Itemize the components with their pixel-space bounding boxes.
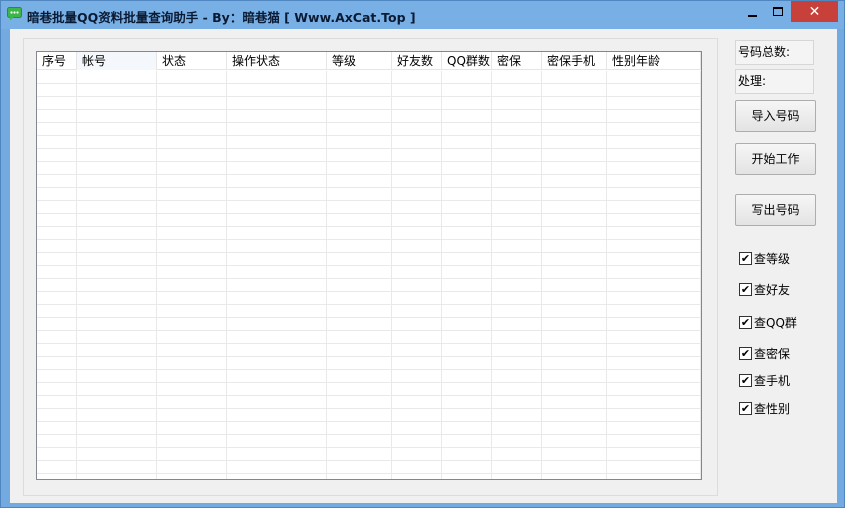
minimize-button[interactable] — [739, 1, 765, 22]
table-header: 序号 帐号 状态 操作状态 等级 好友数 QQ群数 密保 密保手机 性别年龄 — [37, 52, 701, 70]
column-gridline — [541, 71, 542, 479]
processed-label: 处理: — [738, 74, 767, 88]
start-work-button[interactable]: 开始工作 — [735, 143, 816, 175]
column-header[interactable]: 密保手机 — [542, 52, 607, 70]
table-body[interactable] — [37, 71, 701, 479]
column-header[interactable]: 性别年龄 — [607, 52, 701, 70]
checkbox-label: 查QQ群 — [754, 315, 797, 330]
row-gridlines — [37, 71, 701, 479]
import-numbers-button[interactable]: 导入号码 — [735, 100, 816, 132]
title-bar[interactable]: 暗巷批量QQ资料批量查询助手 - By：暗巷猫 [ Www.AxCat.Top … — [1, 1, 844, 29]
column-gridline — [226, 71, 227, 479]
option-checkbox[interactable]: ✔ 查好友 — [739, 281, 790, 297]
column-header[interactable]: 操作状态 — [227, 52, 327, 70]
maximize-button[interactable] — [765, 1, 791, 22]
column-gridline — [326, 71, 327, 479]
close-button[interactable]: ✕ — [791, 1, 838, 22]
column-gridline — [391, 71, 392, 479]
column-gridline — [156, 71, 157, 479]
column-gridline — [76, 71, 77, 479]
checkbox-label: 查好友 — [754, 282, 791, 297]
total-count-label: 号码总数: — [738, 45, 791, 59]
option-checkbox[interactable]: ✔ 查密保 — [739, 345, 790, 361]
app-window: 暗巷批量QQ资料批量查询助手 - By：暗巷猫 [ Www.AxCat.Top … — [0, 0, 845, 508]
close-icon: ✕ — [808, 3, 821, 20]
checkbox-label: 查性别 — [754, 401, 791, 416]
option-checkbox[interactable]: ✔ 查手机 — [739, 372, 790, 388]
checkbox-checkmark-icon[interactable]: ✔ — [739, 251, 752, 265]
option-checkbox[interactable]: ✔ 查性别 — [739, 400, 790, 416]
option-checkbox[interactable]: ✔ 查等级 — [739, 250, 790, 266]
checkbox-checkmark-icon[interactable]: ✔ — [739, 373, 752, 387]
checkbox-checkmark-icon[interactable]: ✔ — [739, 315, 752, 329]
column-gridline — [700, 71, 701, 479]
checkbox-checkmark-icon[interactable]: ✔ — [739, 282, 752, 296]
column-header[interactable]: 密保 — [492, 52, 542, 70]
column-gridline — [606, 71, 607, 479]
export-numbers-button[interactable]: 写出号码 — [735, 194, 816, 226]
option-checkbox[interactable]: ✔ 查QQ群 — [739, 314, 797, 330]
minimize-icon — [747, 14, 757, 17]
column-header[interactable]: 等级 — [327, 52, 392, 70]
column-header[interactable]: 状态 — [157, 52, 227, 70]
window-title: 暗巷批量QQ资料批量查询助手 - By：暗巷猫 [ Www.AxCat.Top … — [27, 10, 416, 25]
checkbox-label: 查等级 — [754, 251, 791, 266]
column-gridline — [441, 71, 442, 479]
column-header[interactable]: 帐号 — [77, 52, 157, 70]
column-header[interactable]: 好友数 — [392, 52, 442, 70]
checkbox-label: 查密保 — [754, 346, 791, 361]
checkbox-checkmark-icon[interactable]: ✔ — [739, 401, 752, 415]
column-header[interactable]: 序号 — [37, 52, 77, 70]
client-area: 序号 帐号 状态 操作状态 等级 好友数 QQ群数 密保 密保手机 性别年龄 号码总数: 处理: … — [10, 29, 837, 503]
column-header[interactable]: QQ群数 — [442, 52, 492, 70]
column-gridline — [491, 71, 492, 479]
account-table[interactable]: 序号 帐号 状态 操作状态 等级 好友数 QQ群数 密保 密保手机 性别年龄 — [36, 51, 702, 480]
checkbox-label: 查手机 — [754, 373, 791, 388]
maximize-icon — [773, 7, 783, 16]
chat-bubble-icon — [7, 7, 22, 21]
checkbox-checkmark-icon[interactable]: ✔ — [739, 346, 752, 360]
processed-field: 处理: — [735, 69, 814, 94]
total-count-field: 号码总数: — [735, 40, 814, 65]
